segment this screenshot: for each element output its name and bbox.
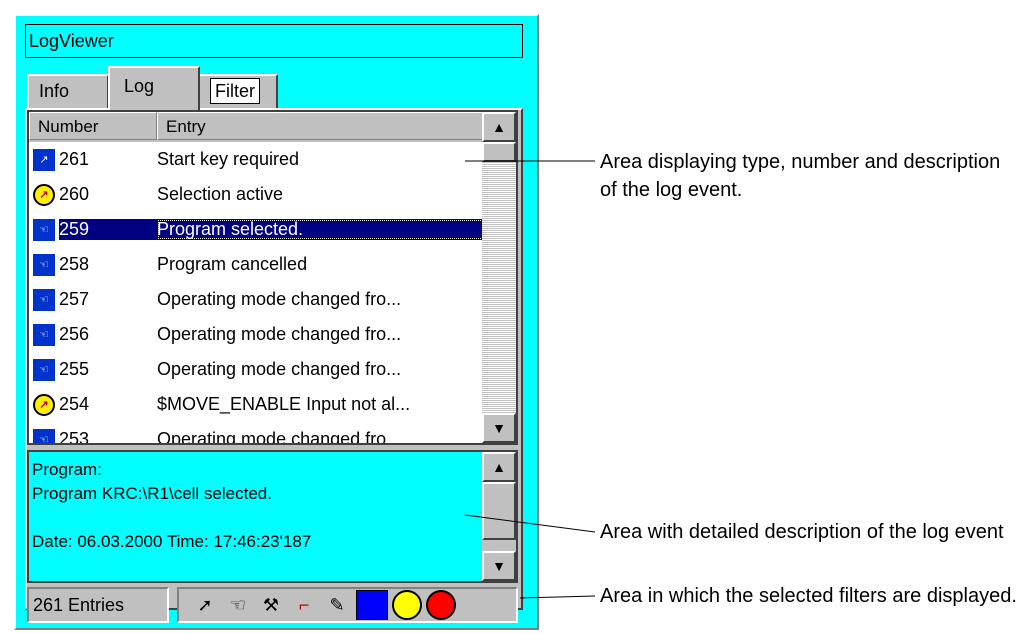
- tab-filter[interactable]: Filter: [198, 74, 278, 108]
- row-number: 261: [59, 149, 90, 169]
- table-row[interactable]: ☜ 253 Operating mode changed fro...: [29, 422, 484, 445]
- table-row[interactable]: ☜ 256 Operating mode changed fro...: [29, 317, 484, 352]
- detail-scrollbar[interactable]: ▲ ▼: [482, 452, 516, 581]
- command-icon: ↗: [33, 148, 55, 171]
- acknowledge-icon: ↗: [33, 183, 55, 206]
- table-row[interactable]: ☜ 257 Operating mode changed fro...: [29, 282, 484, 317]
- tab-log[interactable]: Log: [108, 66, 200, 110]
- row-entry: Program selected.: [157, 219, 484, 240]
- detail-line-3: Date: 06.03.2000 Time: 17:46:23'187: [32, 532, 312, 551]
- window-title: LogViewer: [25, 24, 523, 58]
- entries-count: 261 Entries: [27, 587, 169, 623]
- column-number[interactable]: Number: [29, 112, 157, 140]
- column-entry[interactable]: Entry: [157, 112, 484, 140]
- callout-filter-area: Area in which the selected filters are d…: [600, 585, 1017, 607]
- yellow-circle-icon: [392, 590, 422, 620]
- scroll-up-button[interactable]: ▲: [482, 112, 516, 142]
- info-icon: ☜: [33, 288, 55, 311]
- tab-filter-label: Filter: [210, 78, 260, 104]
- row-entry: Operating mode changed fro...: [157, 289, 402, 309]
- detail-scroll-thumb[interactable]: [482, 482, 516, 540]
- info-icon: ☜: [33, 323, 55, 346]
- info-icon: ☜: [33, 218, 55, 241]
- row-number: 260: [59, 184, 90, 204]
- table-row[interactable]: ☜ 259 Program selected.: [29, 212, 484, 247]
- info-icon: ☜: [33, 253, 55, 276]
- hammer-icon: ⚒: [262, 594, 280, 615]
- row-entry: Selection active: [157, 184, 284, 204]
- list-rows: ↗ 261 Start key required ↗ 260 Selection acti…: [29, 142, 484, 445]
- row-entry: Program cancelled: [157, 254, 308, 274]
- row-number: 256: [59, 324, 90, 344]
- detail-area: Program: Program KRC:\R1\cell selected. …: [27, 450, 518, 583]
- row-number: 258: [59, 254, 90, 274]
- detail-scroll-up-button[interactable]: ▲: [482, 452, 516, 482]
- callout-detail-area: Area with detailed description of the lo…: [600, 521, 1004, 543]
- list-header: Number Entry: [29, 112, 484, 142]
- row-number: 255: [59, 359, 90, 379]
- detail-line-2: Program KRC:\R1\cell selected.: [32, 484, 272, 503]
- arrow-icon: ➚: [197, 594, 213, 615]
- red-octagon-icon: [426, 590, 456, 620]
- tool-icon: ✎: [329, 594, 345, 615]
- row-entry: Start key required: [157, 149, 300, 169]
- tab-info[interactable]: Info: [27, 74, 109, 108]
- row-entry: Operating mode changed fro...: [157, 429, 402, 445]
- table-row[interactable]: ↗ 260 Selection active: [29, 177, 484, 212]
- row-number: 254: [59, 394, 90, 414]
- row-entry: Operating mode changed fro...: [157, 359, 402, 379]
- table-row[interactable]: ↗ 261 Start key required: [29, 142, 484, 177]
- scroll-thumb[interactable]: [482, 142, 516, 162]
- row-number: 253: [59, 429, 90, 445]
- info-icon: ☜: [33, 358, 55, 381]
- row-number: 257: [59, 289, 90, 309]
- table-row[interactable]: ↗ 254 $MOVE_ENABLE Input not al...: [29, 387, 484, 422]
- info-icon: ☜: [33, 428, 55, 443]
- filter-display: ➚ ☜ ⚒ ⌐ ✎: [177, 587, 518, 623]
- acknowledge-icon: ↗: [33, 393, 55, 416]
- table-row[interactable]: ☜ 258 Program cancelled: [29, 247, 484, 282]
- blue-square-icon: [356, 590, 388, 620]
- row-entry: $MOVE_ENABLE Input not al...: [157, 394, 411, 414]
- callout-list-area: Area displaying type, number and descrip…: [600, 151, 1001, 201]
- wrench-icon: ⌐: [298, 594, 310, 615]
- status-bar: 261 Entries ➚ ☜ ⚒ ⌐ ✎: [27, 587, 518, 623]
- row-entry: Operating mode changed fro...: [157, 324, 402, 344]
- table-row[interactable]: ☜ 255 Operating mode changed fro...: [29, 352, 484, 387]
- hand-icon: ☜: [229, 594, 247, 615]
- list-scrollbar[interactable]: ▲ ▼: [482, 112, 516, 443]
- row-number: 259: [59, 219, 157, 240]
- scroll-down-button[interactable]: ▼: [482, 413, 516, 443]
- detail-scroll-down-button[interactable]: ▼: [482, 551, 516, 581]
- detail-line-1: Program:: [32, 460, 102, 479]
- detail-text: Program: Program KRC:\R1\cell selected. …: [32, 458, 480, 554]
- log-list[interactable]: Number Entry ↗ 261 Start key required ↗ 260 S…: [27, 110, 518, 445]
